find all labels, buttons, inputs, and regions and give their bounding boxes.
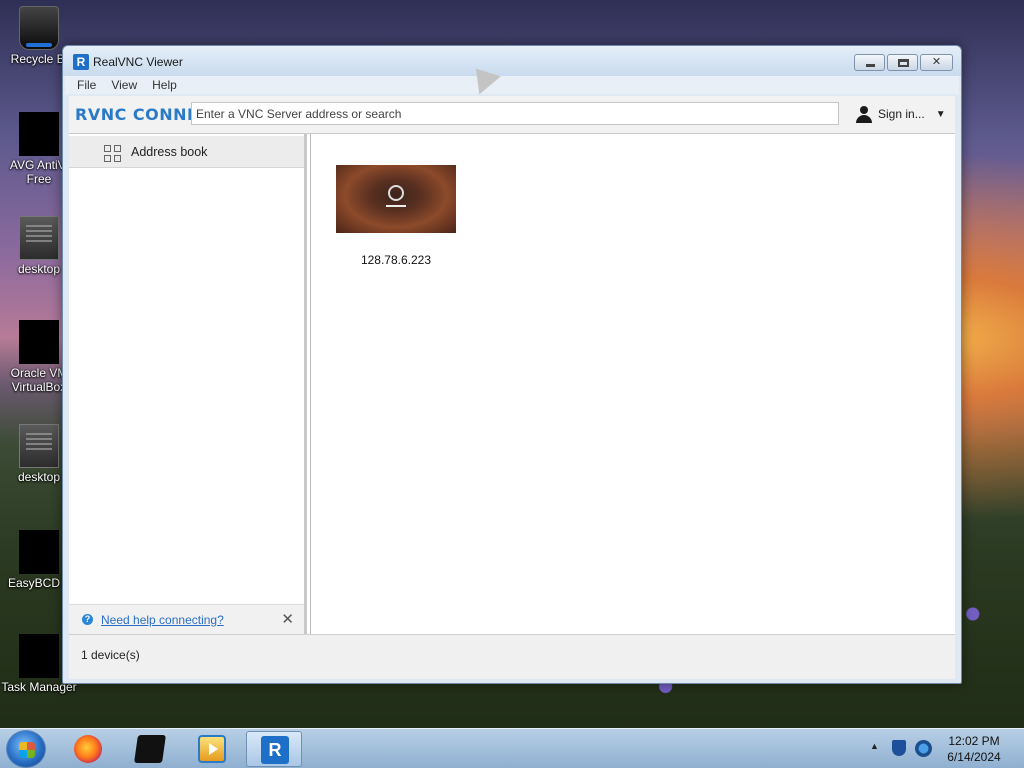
device-address: 128.78.6.223 <box>360 253 432 267</box>
chevron-down-icon: ▼ <box>935 108 946 120</box>
minimize-button[interactable] <box>854 54 885 71</box>
maximize-icon <box>898 59 909 67</box>
recycle-bin-icon <box>19 6 59 50</box>
minimize-icon <box>866 64 875 67</box>
device-card[interactable]: 128.78.6.223 <box>335 165 457 267</box>
media-player-icon <box>198 735 226 763</box>
device-thumbnail <box>336 165 456 233</box>
screen-preview-icon <box>388 185 404 201</box>
sidebar-item-label: Address book <box>131 145 208 159</box>
easybcd-icon <box>19 530 59 574</box>
device-list: 128.78.6.223 <box>310 134 955 634</box>
taskbar-media-player[interactable] <box>184 731 240 767</box>
document-icon <box>19 216 59 260</box>
help-bar: ? Need help connecting? ✕ <box>69 604 304 634</box>
realvnc-icon: R <box>261 736 289 764</box>
system-clock[interactable]: 12:02 PM 6/14/2024 <box>941 733 1007 765</box>
clock-date: 6/14/2024 <box>947 750 1001 764</box>
search-input[interactable] <box>191 102 839 125</box>
close-button[interactable]: ✕ <box>920 54 953 71</box>
toolbar: RVNC CONNECT Sign in... ▼ <box>69 96 955 134</box>
close-icon: ✕ <box>931 56 942 68</box>
firefox-icon <box>74 735 102 763</box>
virtualbox-icon <box>19 320 59 364</box>
clock-time: 12:02 PM <box>948 734 1000 748</box>
sign-in-button[interactable]: Sign in... ▼ <box>855 105 946 123</box>
tray-expand-icon[interactable]: ▲ <box>870 741 879 751</box>
window-title: RealVNC Viewer <box>93 55 183 69</box>
help-link[interactable]: Need help connecting? <box>101 613 224 627</box>
taskbar-firefox[interactable] <box>60 731 116 767</box>
menu-help[interactable]: Help <box>152 76 177 94</box>
realvnc-viewer-window: R RealVNC Viewer ✕ File View Help RVNC C… <box>62 45 962 684</box>
box-icon <box>134 735 166 763</box>
window-controls: ✕ <box>854 54 953 71</box>
screen-preview-bar <box>386 205 406 207</box>
shield-icon[interactable] <box>892 740 906 756</box>
realvnc-app-icon: R <box>73 54 89 70</box>
avg-antivirus-icon <box>19 112 59 156</box>
help-icon: ? <box>82 614 93 625</box>
taskbar-realvnc[interactable]: R <box>246 731 302 767</box>
sidebar-item-address-book[interactable]: Address book <box>69 136 304 168</box>
network-icon[interactable] <box>915 740 932 757</box>
menu-file[interactable]: File <box>77 76 96 94</box>
window-client-area: RVNC CONNECT Sign in... ▼ Address book ?… <box>69 96 955 679</box>
taskbar: R ▲ 12:02 PM 6/14/2024 <box>0 728 1024 768</box>
sidebar: Address book ? Need help connecting? ✕ <box>69 134 307 634</box>
status-bar: 1 device(s) <box>69 634 955 679</box>
sign-in-label: Sign in... <box>878 107 925 121</box>
device-count: 1 device(s) <box>81 648 140 662</box>
close-icon[interactable]: ✕ <box>281 610 294 628</box>
menu-bar: File View Help <box>65 76 959 94</box>
document-icon <box>19 424 59 468</box>
user-icon <box>855 105 873 123</box>
task-manager-icon <box>19 634 59 678</box>
taskbar-virtualbox[interactable] <box>122 731 178 767</box>
grid-icon <box>104 145 121 162</box>
start-button[interactable] <box>6 730 46 768</box>
title-bar[interactable]: R RealVNC Viewer ✕ <box>63 46 961 76</box>
menu-view[interactable]: View <box>111 76 137 94</box>
maximize-button[interactable] <box>887 54 918 71</box>
